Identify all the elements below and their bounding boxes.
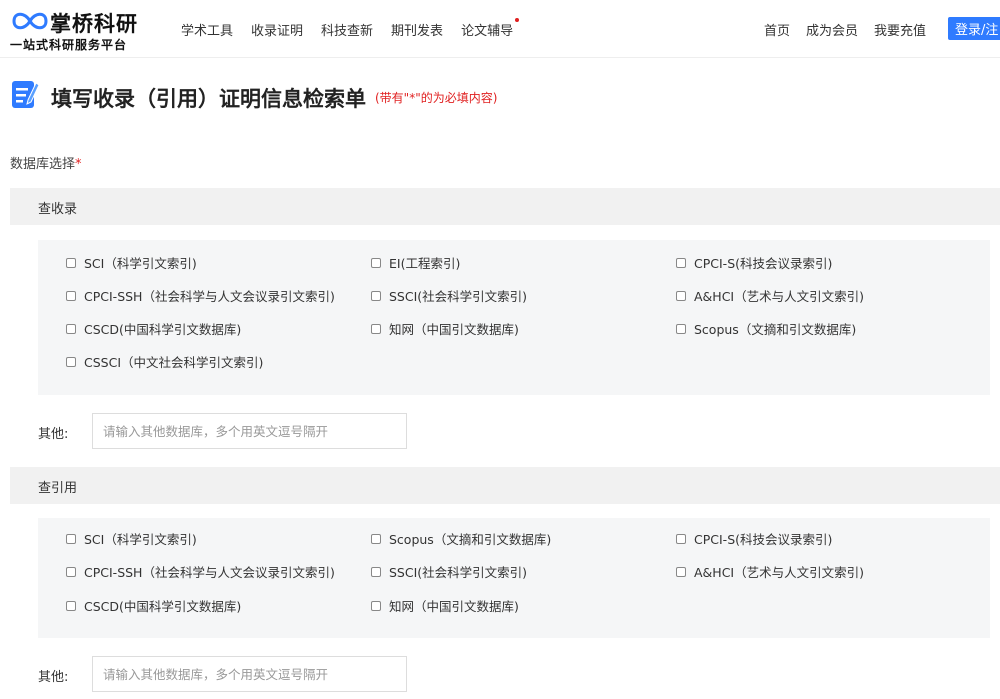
option-label: Scopus（文摘和引文数据库) — [389, 532, 552, 547]
citation-option-sci[interactable]: SCI（科学引文索引) — [66, 529, 197, 548]
indexing-other-label: 其他: — [38, 427, 69, 442]
site-logo[interactable]: 掌桥科研 一站式科研服务平台 — [10, 6, 150, 52]
top-header: 掌桥科研 一站式科研服务平台 学术工具 收录证明 科技查新 期刊发表 论文辅导 … — [0, 0, 1000, 58]
option-label: 知网（中国引文数据库) — [389, 599, 519, 614]
citation-option-ahci[interactable]: A&HCI（艺术与人文引文索引) — [676, 562, 864, 581]
option-label: CPCI-S(科技会议录索引) — [694, 256, 833, 271]
nav-indexing-certificate[interactable]: 收录证明 — [251, 20, 303, 39]
citation-option-cpci-s[interactable]: CPCI-S(科技会议录索引) — [676, 529, 832, 548]
option-label: CPCI-SSH（社会科学与人文会议录引文索引) — [84, 565, 335, 580]
indexing-option-sci[interactable]: SCI（科学引文索引) — [66, 253, 197, 272]
checkbox[interactable] — [371, 290, 381, 301]
nav-paper-tutoring[interactable]: 论文辅导 — [461, 18, 520, 39]
checkbox[interactable] — [371, 257, 381, 268]
nav-journal-publishing[interactable]: 期刊发表 — [391, 20, 443, 39]
option-label: CPCI-S(科技会议录索引) — [694, 532, 833, 547]
required-note: (带有"*"的为必填内容) — [375, 91, 498, 105]
option-label: SCI（科学引文索引) — [84, 532, 197, 547]
citation-other-label: 其他: — [38, 670, 69, 685]
option-label: Scopus（文摘和引文数据库) — [694, 322, 857, 337]
checkbox[interactable] — [676, 323, 686, 334]
indexing-other-input[interactable] — [92, 413, 407, 449]
indexing-option-cpci-s[interactable]: CPCI-S(科技会议录索引) — [676, 253, 832, 272]
citation-options-box: SCI（科学引文索引) Scopus（文摘和引文数据库) CPCI-S(科技会议… — [38, 518, 990, 638]
indexing-option-scopus[interactable]: Scopus（文摘和引文数据库) — [676, 319, 856, 338]
option-label: CSCD(中国科学引文数据库) — [84, 322, 242, 337]
option-label: 知网（中国引文数据库) — [389, 322, 519, 337]
logo-subtitle: 一站式科研服务平台 — [10, 38, 128, 52]
citation-option-cpci-ssh[interactable]: CPCI-SSH（社会科学与人文会议录引文索引) — [66, 562, 335, 581]
checkbox[interactable] — [66, 600, 76, 611]
checkbox[interactable] — [676, 290, 686, 301]
notification-dot-icon — [515, 18, 520, 22]
option-label: CSSCI（中文社会科学引文索引) — [84, 355, 264, 370]
indexing-option-ssci[interactable]: SSCI(社会科学引文索引) — [371, 286, 527, 305]
nav-paper-tutoring-label: 论文辅导 — [461, 24, 514, 39]
option-label: EI(工程索引) — [389, 256, 461, 271]
main-nav: 学术工具 收录证明 科技查新 期刊发表 论文辅导 — [181, 18, 520, 39]
checkbox[interactable] — [66, 257, 76, 268]
nav-academic-tools[interactable]: 学术工具 — [181, 20, 233, 39]
checkbox[interactable] — [66, 566, 76, 577]
checkbox[interactable] — [66, 533, 76, 544]
option-label: SCI（科学引文索引) — [84, 256, 197, 271]
checkbox[interactable] — [676, 533, 686, 544]
nav-home[interactable]: 首页 — [764, 20, 790, 39]
option-label: A&HCI（艺术与人文引文索引) — [694, 565, 864, 580]
login-register-button[interactable]: 登录/注 — [948, 17, 1000, 40]
indexing-option-ei[interactable]: EI(工程索引) — [371, 253, 460, 272]
checkbox[interactable] — [371, 323, 381, 334]
option-label: CPCI-SSH（社会科学与人文会议录引文索引) — [84, 289, 335, 304]
option-label: CSCD(中国科学引文数据库) — [84, 599, 242, 614]
citation-option-ssci[interactable]: SSCI(社会科学引文索引) — [371, 562, 527, 581]
indexing-option-cnki[interactable]: 知网（中国引文数据库) — [371, 319, 519, 338]
indexing-option-cssci[interactable]: CSSCI（中文社会科学引文索引) — [66, 352, 263, 371]
nav-novelty-search[interactable]: 科技查新 — [321, 20, 373, 39]
section-heading-indexing: 查收录 — [10, 188, 1000, 225]
citation-option-cscd[interactable]: CSCD(中国科学引文数据库) — [66, 596, 241, 615]
citation-option-cnki[interactable]: 知网（中国引文数据库) — [371, 596, 519, 615]
indexing-option-cpci-ssh[interactable]: CPCI-SSH（社会科学与人文会议录引文索引) — [66, 286, 335, 305]
option-label: SSCI(社会科学引文索引) — [389, 289, 528, 304]
form-edit-icon — [12, 81, 39, 108]
logo-infinity-icon — [12, 12, 48, 30]
citation-other-input[interactable] — [92, 656, 407, 692]
page-title: 填写收录（引用）证明信息检索单 — [51, 87, 366, 111]
citation-option-scopus[interactable]: Scopus（文摘和引文数据库) — [371, 529, 551, 548]
checkbox[interactable] — [676, 257, 686, 268]
user-nav: 首页 成为会员 我要充值 — [764, 20, 926, 39]
database-select-label-text: 数据库选择 — [10, 157, 76, 172]
checkbox[interactable] — [371, 566, 381, 577]
indexing-options-box: SCI（科学引文索引) EI(工程索引) CPCI-S(科技会议录索引) CPC… — [38, 240, 990, 395]
checkbox[interactable] — [66, 290, 76, 301]
section-heading-citation: 查引用 — [10, 467, 1000, 504]
option-label: A&HCI（艺术与人文引文索引) — [694, 289, 864, 304]
nav-become-member[interactable]: 成为会员 — [806, 20, 858, 39]
checkbox[interactable] — [371, 600, 381, 611]
nav-recharge[interactable]: 我要充值 — [874, 20, 926, 39]
checkbox[interactable] — [676, 566, 686, 577]
required-mark: * — [75, 157, 82, 172]
checkbox[interactable] — [66, 356, 76, 367]
database-select-label: 数据库选择* — [10, 153, 82, 172]
checkbox[interactable] — [66, 323, 76, 334]
indexing-option-ahci[interactable]: A&HCI（艺术与人文引文索引) — [676, 286, 864, 305]
option-label: SSCI(社会科学引文索引) — [389, 565, 528, 580]
logo-title: 掌桥科研 — [50, 12, 138, 36]
checkbox[interactable] — [371, 533, 381, 544]
indexing-option-cscd[interactable]: CSCD(中国科学引文数据库) — [66, 319, 241, 338]
